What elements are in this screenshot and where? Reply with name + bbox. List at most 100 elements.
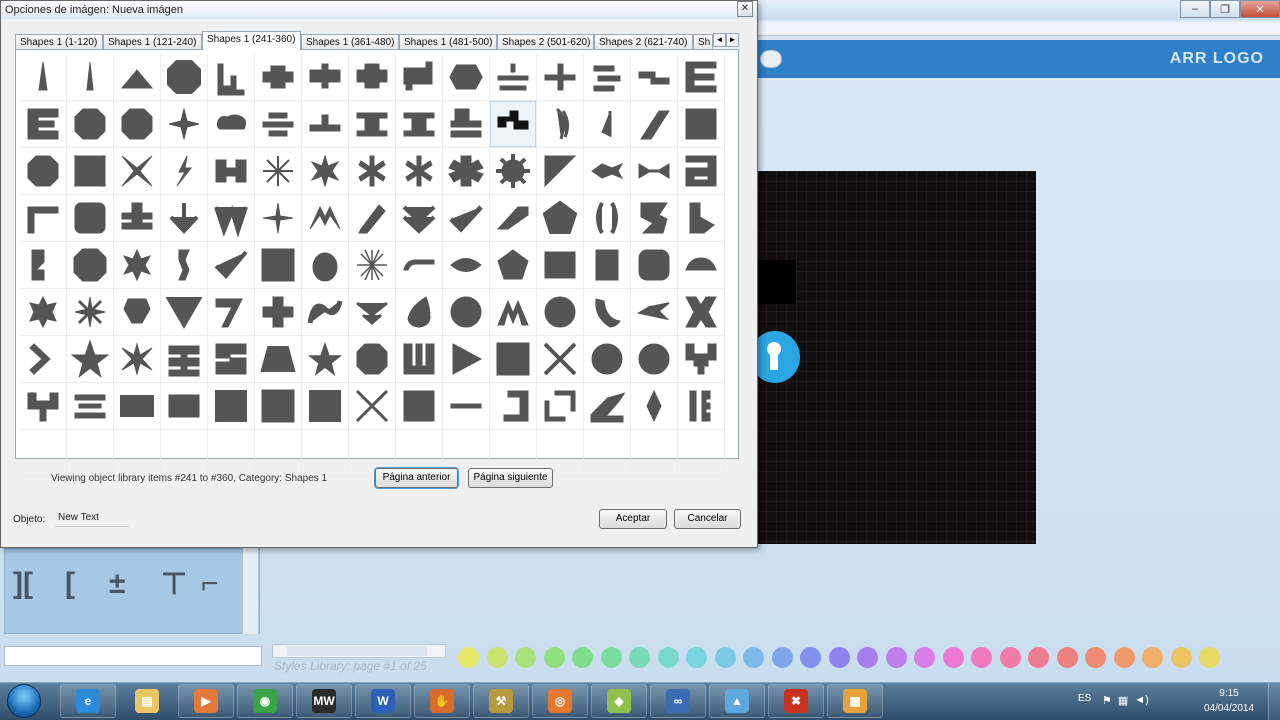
shape-item[interactable] xyxy=(67,289,114,336)
shape-item[interactable] xyxy=(161,383,208,430)
shape-item[interactable] xyxy=(20,242,67,289)
shape-item[interactable] xyxy=(67,336,114,383)
shape-item[interactable] xyxy=(396,336,443,383)
shape-item[interactable] xyxy=(443,336,490,383)
shape-item[interactable] xyxy=(349,383,396,430)
shape-item[interactable] xyxy=(396,101,443,148)
shape-item[interactable] xyxy=(20,289,67,336)
shape-item[interactable] xyxy=(349,101,396,148)
color-swatch[interactable] xyxy=(1028,647,1049,668)
shape-item[interactable] xyxy=(396,242,443,289)
shape-item[interactable] xyxy=(349,336,396,383)
shape-item[interactable] xyxy=(443,54,490,101)
shape-item[interactable] xyxy=(631,289,678,336)
color-swatch[interactable] xyxy=(1056,647,1078,668)
shape-item[interactable] xyxy=(161,148,208,195)
shape-item[interactable] xyxy=(584,242,631,289)
shape-item[interactable] xyxy=(443,242,490,289)
shape-item[interactable] xyxy=(255,54,302,101)
shape-item[interactable] xyxy=(537,148,584,195)
shape-item[interactable] xyxy=(114,101,161,148)
color-swatch[interactable] xyxy=(1170,647,1192,668)
shape-item[interactable] xyxy=(584,336,631,383)
color-swatch[interactable] xyxy=(1142,647,1163,668)
shape-item[interactable] xyxy=(302,148,349,195)
color-swatch[interactable] xyxy=(600,647,622,668)
shape-item[interactable] xyxy=(631,383,678,430)
color-swatch[interactable] xyxy=(914,647,935,668)
shape-item[interactable] xyxy=(302,242,349,289)
shape-item[interactable] xyxy=(443,195,490,242)
previous-page-button[interactable]: Página anterior xyxy=(375,468,458,488)
shape-item[interactable] xyxy=(443,289,490,336)
tab-shapes-1-1-120[interactable]: Shapes 1 (1-120) xyxy=(15,34,103,50)
taskbar-mw-button[interactable]: MW xyxy=(296,684,352,718)
shape-item[interactable] xyxy=(443,383,490,430)
tab-shapes-1-361-480[interactable]: Shapes 1 (361-480) xyxy=(301,34,399,50)
shape-item[interactable] xyxy=(349,195,396,242)
shape-item[interactable] xyxy=(537,195,584,242)
shape-item[interactable] xyxy=(678,148,725,195)
shape-item[interactable] xyxy=(208,148,255,195)
shape-item[interactable] xyxy=(537,242,584,289)
shape-item[interactable] xyxy=(537,289,584,336)
color-swatch[interactable] xyxy=(515,647,536,668)
shape-item[interactable] xyxy=(490,148,537,195)
shape-item[interactable] xyxy=(631,54,678,101)
shape-item[interactable] xyxy=(584,195,631,242)
color-swatch[interactable] xyxy=(1199,647,1220,668)
tab-shapes-1-121-240[interactable]: Shapes 1 (121-240) xyxy=(103,34,202,50)
taskbar-link-app-button[interactable]: ∞ xyxy=(650,684,706,718)
dialog-title-bar[interactable]: Opciones de imágen: Nueva imágen ✕ xyxy=(1,1,757,19)
shape-item[interactable] xyxy=(678,242,725,289)
tab-shapes-2-501-620[interactable]: Shapes 2 (501-620) xyxy=(497,34,594,50)
shape-item[interactable] xyxy=(114,336,161,383)
shape-item-hovered[interactable] xyxy=(490,101,537,148)
maximize-button[interactable]: ❐ xyxy=(1210,0,1240,18)
shape-item[interactable] xyxy=(584,148,631,195)
shape-item[interactable] xyxy=(678,336,725,383)
shape-item[interactable] xyxy=(67,383,114,430)
color-swatch[interactable] xyxy=(885,647,907,668)
shape-item[interactable] xyxy=(678,195,725,242)
shape-item[interactable] xyxy=(255,242,302,289)
shape-item[interactable] xyxy=(631,242,678,289)
shape-item[interactable] xyxy=(20,383,67,430)
shape-item[interactable] xyxy=(114,242,161,289)
shape-item[interactable] xyxy=(255,195,302,242)
shape-item[interactable] xyxy=(490,54,537,101)
shape-item[interactable] xyxy=(396,195,443,242)
shape-item[interactable] xyxy=(208,383,255,430)
color-swatch[interactable] xyxy=(543,647,565,668)
color-swatch[interactable] xyxy=(800,647,821,668)
tab-shapes-1-481-500[interactable]: Shapes 1 (481-500) xyxy=(399,34,497,50)
shape-item[interactable] xyxy=(349,54,396,101)
taskbar-app-hand-button[interactable]: ✋ xyxy=(414,684,470,718)
close-window-button[interactable]: ✕ xyxy=(1240,0,1280,18)
shape-item[interactable] xyxy=(255,289,302,336)
shape-item[interactable] xyxy=(67,101,114,148)
shape-item[interactable] xyxy=(161,54,208,101)
scrollbar-thumb[interactable] xyxy=(287,646,427,656)
shape-item[interactable] xyxy=(584,101,631,148)
shape-item[interactable] xyxy=(631,148,678,195)
shape-item[interactable] xyxy=(302,54,349,101)
shape-item[interactable] xyxy=(20,101,67,148)
taskbar-tools-button[interactable]: ⚒ xyxy=(473,684,529,718)
taskbar-clock[interactable]: 9:15 04/04/2014 xyxy=(1196,686,1262,716)
color-swatch[interactable] xyxy=(657,647,679,668)
color-swatch[interactable] xyxy=(999,647,1021,668)
shape-item[interactable] xyxy=(208,242,255,289)
shapes-panel-scrollbar[interactable] xyxy=(242,548,258,634)
shape-item[interactable] xyxy=(349,289,396,336)
shape-item[interactable] xyxy=(490,289,537,336)
minimize-button[interactable]: – xyxy=(1180,0,1210,18)
shape-item[interactable] xyxy=(208,289,255,336)
shape-item[interactable] xyxy=(114,148,161,195)
object-name-field[interactable] xyxy=(55,509,129,527)
color-swatch[interactable] xyxy=(942,647,964,668)
volume-icon[interactable]: ◄) xyxy=(1134,694,1149,707)
shape-item[interactable] xyxy=(20,54,67,101)
taskbar-ie-button[interactable]: e xyxy=(60,684,116,718)
corner-shape-icon[interactable]: ⌐ xyxy=(201,567,219,601)
